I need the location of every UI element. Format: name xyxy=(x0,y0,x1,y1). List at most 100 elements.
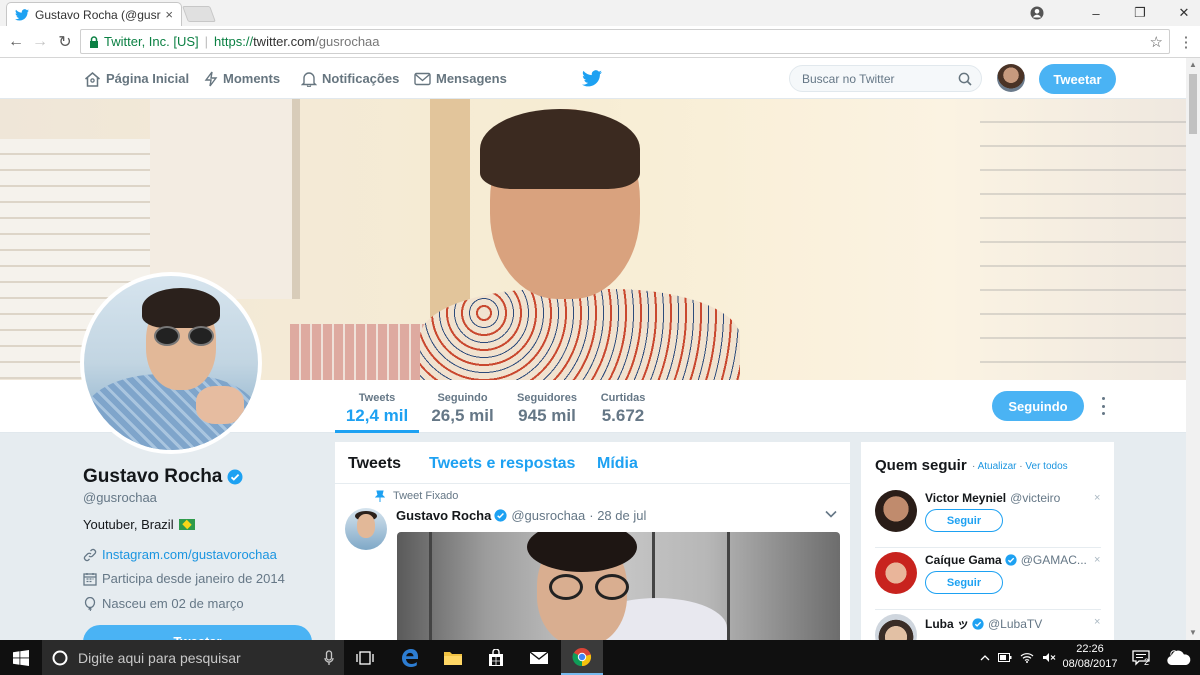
dismiss-icon[interactable]: × xyxy=(1094,492,1100,504)
suggestion-name: Victor Meyniel xyxy=(925,491,1007,505)
volume-muted-icon[interactable] xyxy=(1042,652,1056,663)
notification-center-icon[interactable]: 2 xyxy=(1120,640,1162,675)
tab-title: Gustavo Rocha (@gusro xyxy=(35,7,162,22)
stat-followers-value: 945 mil xyxy=(518,406,576,425)
twitter-search xyxy=(789,65,982,92)
new-tab-button[interactable] xyxy=(182,6,216,22)
suggestion-item: Victor Meyniel @victeiro × Seguir xyxy=(875,490,1101,548)
suggestion-name-row[interactable]: Victor Meyniel @victeiro xyxy=(925,491,1060,505)
following-button[interactable]: Seguindo xyxy=(992,391,1084,421)
tweet-button[interactable]: Tweetar xyxy=(1039,64,1116,94)
profile-website-link[interactable]: Instagram.com/gustavorochaa xyxy=(102,547,277,562)
profile-joined: Participa desde janeiro de 2014 xyxy=(102,571,285,586)
tweet-avatar[interactable] xyxy=(345,508,387,550)
cortana-icon xyxy=(52,650,68,665)
tweet-author-handle[interactable]: @gusrochaa xyxy=(511,508,585,523)
url-host: twitter.com xyxy=(253,34,316,49)
url-path: /gusrochaa xyxy=(315,34,380,49)
stat-likes-value: 5.672 xyxy=(601,406,645,425)
suggestion-handle: @victeiro xyxy=(1010,491,1061,505)
reload-icon[interactable]: ↻ xyxy=(55,32,75,52)
tab-tweets-replies[interactable]: Tweets e respostas xyxy=(429,455,575,473)
scroll-thumb[interactable] xyxy=(1189,74,1197,134)
search-input[interactable] xyxy=(802,71,952,86)
taskbar-time: 22:26 xyxy=(1076,643,1104,655)
suggestion-name-row[interactable]: Luba ッ @LubaTV xyxy=(925,615,1042,632)
nav-home[interactable]: Página Inicial xyxy=(84,58,189,99)
tweet-media-image[interactable] xyxy=(397,532,840,652)
nav-home-label: Página Inicial xyxy=(106,71,190,86)
timeline-tabs: Tweets Tweets e respostas Mídia xyxy=(335,442,850,484)
store-icon[interactable] xyxy=(475,640,517,675)
follow-button[interactable]: Seguir xyxy=(925,571,1003,594)
windows-start-icon[interactable] xyxy=(0,640,42,675)
chrome-icon[interactable] xyxy=(561,640,603,675)
avatar-photo xyxy=(84,276,258,450)
microphone-icon[interactable] xyxy=(324,649,334,666)
weather-cloud-icon[interactable] xyxy=(1158,640,1200,675)
profile-name[interactable]: Gustavo Rocha xyxy=(83,466,243,488)
twitter-logo-icon[interactable] xyxy=(582,70,602,87)
who-to-follow: Quem seguir · Atualizar · Ver todos Vict… xyxy=(861,442,1114,656)
taskbar-clock[interactable]: 22:26 08/08/2017 xyxy=(1060,642,1120,672)
dismiss-icon[interactable]: × xyxy=(1094,616,1100,628)
view-all-link[interactable]: Ver todos xyxy=(1025,461,1067,472)
bookmark-star-icon[interactable]: ☆ xyxy=(1150,33,1163,51)
nav-moments[interactable]: Moments xyxy=(204,58,280,99)
restore-icon[interactable]: ❐ xyxy=(1118,5,1162,21)
tab-media[interactable]: Mídia xyxy=(597,455,638,473)
stat-following[interactable]: Seguindo 26,5 mil xyxy=(425,380,500,433)
profile-handle[interactable]: @gusrochaa xyxy=(83,490,157,505)
verified-badge-icon xyxy=(494,509,507,522)
follow-button[interactable]: Seguir xyxy=(925,509,1003,532)
search-icon[interactable] xyxy=(958,72,972,86)
tweet-date[interactable]: · 28 de jul xyxy=(589,508,646,523)
pinned-tweet-label: Tweet Fixado xyxy=(375,490,458,502)
suggestion-name-row[interactable]: Caíque Gama @GAMAC... xyxy=(925,553,1087,567)
stat-followers[interactable]: Seguidores 945 mil xyxy=(510,380,584,433)
taskbar-search[interactable]: Digite aqui para pesquisar xyxy=(42,640,344,675)
browser-tabstrip: Gustavo Rocha (@gusro × – ❐ ✕ xyxy=(0,0,1200,26)
suggestion-avatar[interactable] xyxy=(875,552,917,594)
back-icon[interactable]: ← xyxy=(6,32,26,52)
dismiss-icon[interactable]: × xyxy=(1094,554,1100,566)
nav-messages[interactable]: Mensagens xyxy=(414,58,507,99)
nav-notifications-label: Notificações xyxy=(322,71,400,86)
who-to-follow-title: Quem seguir xyxy=(875,457,967,474)
menu-dots-icon[interactable]: ⋮ xyxy=(1176,32,1196,52)
address-bar[interactable]: Twitter, Inc. [US] | https:// twitter.co… xyxy=(80,29,1170,54)
profile-bio-text: Youtuber, Brazil xyxy=(83,517,174,532)
forward-icon[interactable]: → xyxy=(30,32,50,52)
suggestion-avatar[interactable] xyxy=(875,490,917,532)
task-view-icon[interactable] xyxy=(344,640,386,675)
scroll-up-icon[interactable]: ▲ xyxy=(1186,58,1200,72)
file-explorer-icon[interactable] xyxy=(432,640,474,675)
tab-close-icon[interactable]: × xyxy=(165,7,173,22)
wifi-icon[interactable] xyxy=(1020,652,1034,663)
tab-tweets[interactable]: Tweets xyxy=(348,455,401,473)
more-options-icon[interactable] xyxy=(1098,397,1108,415)
account-avatar[interactable] xyxy=(997,64,1025,92)
close-window-icon[interactable]: ✕ xyxy=(1162,5,1200,21)
stat-tweets[interactable]: Tweets 12,4 mil xyxy=(335,380,419,433)
browser-tab[interactable]: Gustavo Rocha (@gusro × xyxy=(6,2,182,26)
who-to-follow-links: · Atualizar · Ver todos xyxy=(972,461,1068,472)
minimize-icon[interactable]: – xyxy=(1074,6,1118,21)
brazil-flag-icon xyxy=(178,519,195,530)
tray-chevron-icon[interactable] xyxy=(980,654,990,661)
page-scrollbar[interactable]: ▲ ▼ xyxy=(1186,58,1200,640)
edge-browser-icon[interactable] xyxy=(389,640,431,675)
calendar-icon xyxy=(83,572,97,586)
nav-messages-label: Mensagens xyxy=(436,71,507,86)
tweet-author-name[interactable]: Gustavo Rocha xyxy=(396,508,491,523)
profile-avatar[interactable] xyxy=(80,272,262,454)
chevron-down-icon[interactable] xyxy=(825,510,837,518)
refresh-link[interactable]: Atualizar xyxy=(978,461,1017,472)
nav-notifications[interactable]: Notificações xyxy=(301,58,399,99)
profile-icon[interactable] xyxy=(1030,6,1074,20)
verified-badge-icon xyxy=(227,469,243,485)
mail-icon[interactable] xyxy=(518,640,560,675)
scroll-down-icon[interactable]: ▼ xyxy=(1186,626,1200,640)
battery-icon[interactable] xyxy=(998,653,1012,662)
stat-likes[interactable]: Curtidas 5.672 xyxy=(593,380,653,433)
